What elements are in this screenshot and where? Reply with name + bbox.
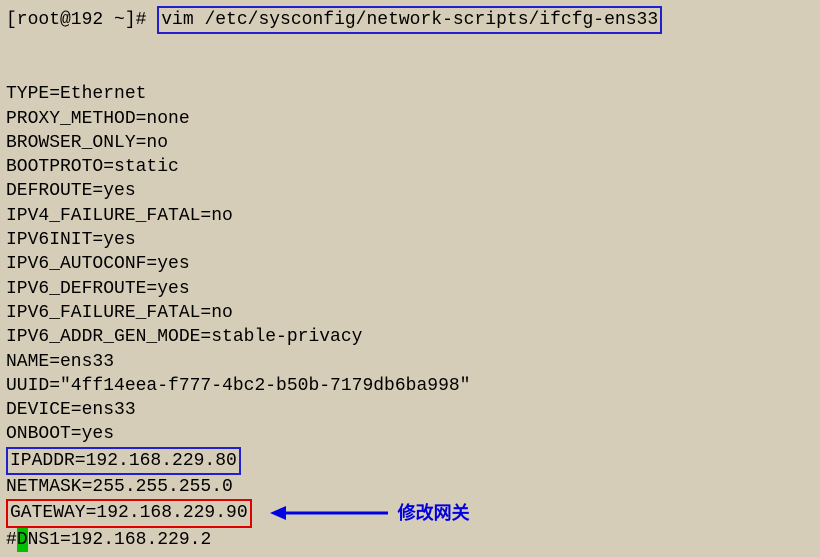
config-line-ipv6-addr-gen: IPV6_ADDR_GEN_MODE=stable-privacy <box>6 325 814 349</box>
config-line-ipv4-failure: IPV4_FAILURE_FATAL=no <box>6 204 814 228</box>
config-line-uuid: UUID="4ff14eea-f777-4bc2-b50b-7179db6ba9… <box>6 374 814 398</box>
config-line-onboot: ONBOOT=yes <box>6 422 814 446</box>
dns-prefix: # <box>6 528 17 552</box>
config-line-ipv6-autoconf: IPV6_AUTOCONF=yes <box>6 252 814 276</box>
annotation-label: 修改网关 <box>398 501 470 525</box>
config-line-gateway: GATEWAY=192.168.229.90 <box>10 503 248 523</box>
dns-suffix: NS1=192.168.229.2 <box>28 528 212 552</box>
config-line-ipv6-defroute: IPV6_DEFROUTE=yes <box>6 277 814 301</box>
arrow-left-icon <box>270 501 390 525</box>
ipaddr-box: IPADDR=192.168.229.80 <box>6 447 241 475</box>
vim-command-box: vim /etc/sysconfig/network-scripts/ifcfg… <box>157 6 662 34</box>
gateway-annotation: 修改网关 <box>270 501 470 525</box>
blank-line <box>6 34 814 58</box>
config-line-dns[interactable]: #DNS1=192.168.229.2 <box>6 528 814 552</box>
blank-line <box>6 58 814 82</box>
config-line-type: TYPE=Ethernet <box>6 82 814 106</box>
vim-command: vim /etc/sysconfig/network-scripts/ifcfg… <box>161 10 658 30</box>
shell-prompt: [root@192 ~]# <box>6 8 157 32</box>
config-line-browser-only: BROWSER_ONLY=no <box>6 131 814 155</box>
config-line-gateway-wrap: GATEWAY=192.168.229.90 修改网关 <box>6 499 814 527</box>
config-line-defroute: DEFROUTE=yes <box>6 179 814 203</box>
config-line-netmask: NETMASK=255.255.255.0 <box>6 475 814 499</box>
config-line-device: DEVICE=ens33 <box>6 398 814 422</box>
config-line-name: NAME=ens33 <box>6 350 814 374</box>
terminal-cursor: D <box>17 528 28 552</box>
config-line-proxy-method: PROXY_METHOD=none <box>6 107 814 131</box>
config-line-ipv6init: IPV6INIT=yes <box>6 228 814 252</box>
command-line: [root@192 ~]# vim /etc/sysconfig/network… <box>6 6 814 34</box>
config-line-bootproto: BOOTPROTO=static <box>6 155 814 179</box>
gateway-box: GATEWAY=192.168.229.90 <box>6 499 252 527</box>
config-line-ipaddr: IPADDR=192.168.229.80 <box>10 451 237 471</box>
config-line-ipaddr-wrap: IPADDR=192.168.229.80 <box>6 447 814 475</box>
config-line-ipv6-failure: IPV6_FAILURE_FATAL=no <box>6 301 814 325</box>
